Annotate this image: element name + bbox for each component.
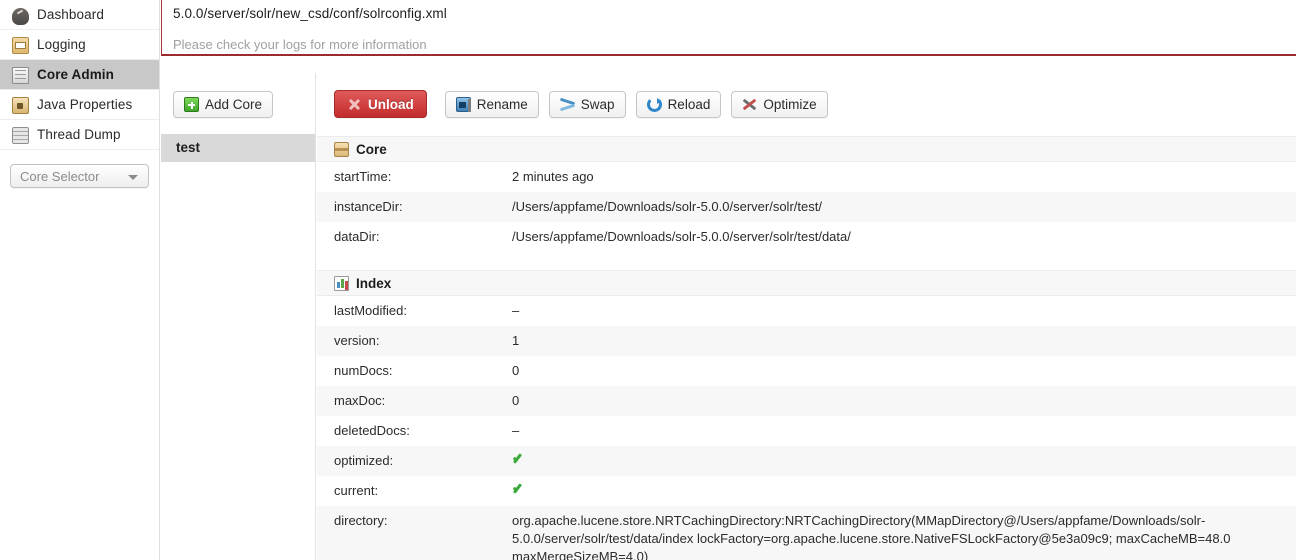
- sidebar-nav: Dashboard Logging Core Admin Java Propertie…: [0, 0, 159, 150]
- row-key: lastModified:: [334, 303, 407, 318]
- reload-icon: [646, 96, 662, 112]
- core-action-toolbar: Unload Rename Swap Reload Optimize: [317, 73, 1296, 118]
- row-key: optimized:: [334, 453, 394, 468]
- main-panel: Unload Rename Swap Reload Optimize Core start…: [317, 73, 1296, 560]
- core-list-column: Add Core test: [161, 73, 316, 560]
- optimize-button[interactable]: Optimize: [731, 90, 828, 118]
- reload-button[interactable]: Reload: [635, 90, 722, 118]
- row-value: 2 minutes ago: [512, 169, 594, 184]
- error-path-text: 5.0.0/server/solr/new_csd/conf/solrconfi…: [173, 6, 447, 21]
- row-key: current:: [334, 483, 379, 498]
- detail-row: optimized:: [317, 446, 1296, 476]
- row-value: /Users/appfame/Downloads/solr-5.0.0/serv…: [512, 229, 851, 244]
- row-value: –: [512, 423, 520, 438]
- rename-icon: [455, 96, 471, 112]
- sidebar-item-label: Java Properties: [37, 96, 133, 112]
- row-key: maxDoc:: [334, 393, 386, 408]
- sidebar-item-logging[interactable]: Logging: [0, 30, 159, 60]
- row-key: numDocs:: [334, 363, 393, 378]
- sidebar-item-thread-dump[interactable]: Thread Dump: [0, 120, 159, 150]
- row-value: /Users/appfame/Downloads/solr-5.0.0/serv…: [512, 199, 822, 214]
- core-selector-wrap: Core Selector: [0, 150, 159, 188]
- core-list-item[interactable]: test: [161, 134, 315, 162]
- checkmark-icon: [512, 452, 525, 465]
- add-core-label: Add Core: [205, 97, 263, 112]
- bar-chart-icon: [334, 275, 349, 291]
- swap-icon: [560, 97, 575, 112]
- row-key: startTime:: [334, 169, 392, 184]
- detail-row: startTime: 2 minutes ago: [317, 162, 1296, 192]
- detail-row: lastModified: –: [317, 296, 1296, 326]
- sidebar-item-dashboard[interactable]: Dashboard: [0, 0, 159, 30]
- row-value: 1: [512, 333, 520, 348]
- box-icon: [334, 141, 349, 157]
- button-label: Optimize: [763, 96, 817, 112]
- sidebar-item-core-admin[interactable]: Core Admin: [0, 60, 159, 90]
- unload-x-icon: [347, 97, 362, 112]
- row-value: –: [512, 303, 520, 318]
- plus-icon: [184, 97, 199, 112]
- add-core-wrap: Add Core: [161, 73, 315, 118]
- detail-row: instanceDir: /Users/appfame/Downloads/sol…: [317, 192, 1296, 222]
- solr-admin-page: Dashboard Logging Core Admin Java Propertie…: [0, 0, 1296, 560]
- row-key: instanceDir:: [334, 199, 403, 214]
- unload-button[interactable]: Unload: [334, 90, 427, 118]
- dashboard-icon: [12, 7, 29, 25]
- error-banner: 5.0.0/server/solr/new_csd/conf/solrconfi…: [161, 0, 1296, 56]
- row-value: 0: [512, 363, 520, 378]
- core-selector-label: Core Selector: [20, 169, 100, 184]
- button-label: Reload: [667, 96, 711, 112]
- java-properties-icon: [12, 96, 29, 114]
- checkmark-icon: [512, 482, 525, 495]
- row-key: deletedDocs:: [334, 423, 410, 438]
- swap-button[interactable]: Swap: [548, 90, 626, 118]
- detail-row: version: 1: [317, 326, 1296, 356]
- sidebar-item-java-properties[interactable]: Java Properties: [0, 90, 159, 120]
- detail-row: current:: [317, 476, 1296, 506]
- section-header-index: Index: [317, 270, 1296, 296]
- error-hint-text: Please check your logs for more informat…: [173, 37, 427, 52]
- section-title: Core: [356, 141, 387, 157]
- logging-icon: [12, 37, 29, 54]
- row-value: 0: [512, 393, 520, 408]
- chevron-down-icon: [128, 175, 138, 180]
- thread-dump-icon: [12, 127, 29, 144]
- row-key: dataDir:: [334, 229, 380, 244]
- core-list: test: [161, 134, 315, 162]
- sidebar-item-label: Dashboard: [37, 6, 104, 22]
- add-core-button[interactable]: Add Core: [173, 91, 274, 118]
- detail-row: numDocs: 0: [317, 356, 1296, 386]
- optimize-icon: [742, 97, 757, 112]
- core-selector-dropdown[interactable]: Core Selector: [10, 164, 149, 188]
- row-key: version:: [334, 333, 380, 348]
- row-key: directory:: [334, 513, 388, 528]
- sidebar-item-label: Thread Dump: [37, 126, 121, 142]
- detail-row: directory: org.apache.lucene.store.NRTCac…: [317, 506, 1296, 560]
- detail-sections: Core startTime: 2 minutes ago instanceDir: /…: [317, 136, 1296, 560]
- sidebar-item-label: Logging: [37, 36, 86, 52]
- sidebar: Dashboard Logging Core Admin Java Propertie…: [0, 0, 160, 560]
- row-value: [512, 482, 1296, 500]
- section-header-core: Core: [317, 136, 1296, 162]
- sidebar-item-label: Core Admin: [37, 66, 115, 82]
- core-admin-icon: [12, 66, 29, 84]
- button-label: Unload: [368, 96, 414, 112]
- section-title: Index: [356, 275, 392, 291]
- detail-row: dataDir: /Users/appfame/Downloads/solr-5.…: [317, 222, 1296, 252]
- button-label: Swap: [580, 96, 615, 112]
- detail-row: deletedDocs: –: [317, 416, 1296, 446]
- detail-row: maxDoc: 0: [317, 386, 1296, 416]
- row-value: [512, 452, 1296, 470]
- row-value: org.apache.lucene.store.NRTCachingDirect…: [512, 513, 1231, 560]
- rename-button[interactable]: Rename: [444, 90, 539, 118]
- button-label: Rename: [476, 96, 528, 112]
